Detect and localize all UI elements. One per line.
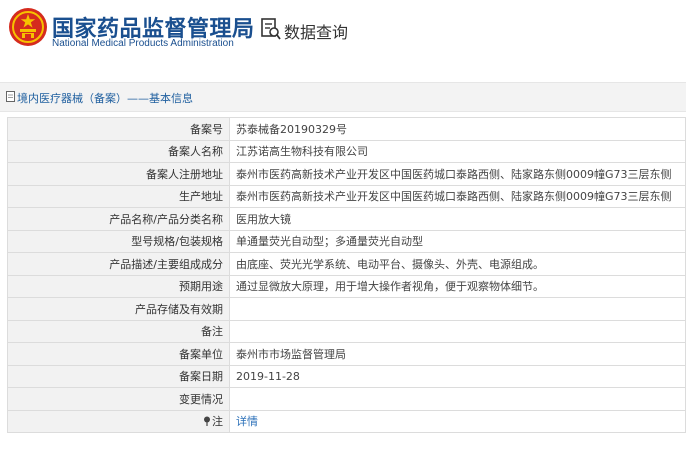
record-detail-table: 备案号 苏泰械备20190329号 备案人名称 江苏诺高生物科技有限公司 备案人… bbox=[7, 117, 686, 433]
field-value: 2019-11-28 bbox=[229, 364, 686, 388]
table-row: 备案单位 泰州市市场监督管理局 bbox=[7, 342, 686, 366]
field-label: 生产地址 bbox=[7, 184, 230, 208]
table-row: 备案人名称 江苏诺高生物科技有限公司 bbox=[7, 139, 686, 163]
breadcrumb: 境内医疗器械（备案）——基本信息 bbox=[17, 92, 193, 105]
pin-icon bbox=[204, 416, 210, 427]
table-row: 生产地址 泰州市医药高新技术产业开发区中国医药城口泰路西侧、陆家路东侧0009幢… bbox=[7, 184, 686, 208]
field-value bbox=[229, 319, 686, 343]
field-value: 泰州市医药高新技术产业开发区中国医药城口泰路西侧、陆家路东侧0009幢G73三层… bbox=[229, 184, 686, 208]
field-value: 单通量荧光自动型；多通量荧光自动型 bbox=[229, 229, 686, 253]
table-row: 产品存储及有效期 bbox=[7, 297, 686, 321]
field-label: 注 bbox=[212, 415, 223, 429]
table-row: 预期用途 通过显微放大原理，用于增大操作者视角，便于观察物体细节。 bbox=[7, 274, 686, 298]
table-row: 备案人注册地址 泰州市医药高新技术产业开发区中国医药城口泰路西侧、陆家路东侧00… bbox=[7, 162, 686, 186]
field-value: 由底座、荧光光学系统、电动平台、摄像头、外壳、电源组成。 bbox=[229, 252, 686, 276]
breadcrumb-bar: 境内医疗器械（备案）——基本信息 bbox=[0, 82, 686, 112]
field-value: 江苏诺高生物科技有限公司 bbox=[229, 139, 686, 163]
field-value: 泰州市市场监督管理局 bbox=[229, 342, 686, 366]
table-row: 备案日期 2019-11-28 bbox=[7, 364, 686, 388]
table-row: 变更情况 bbox=[7, 387, 686, 411]
field-label: 产品名称/产品分类名称 bbox=[7, 207, 230, 231]
field-label: 产品描述/主要组成成分 bbox=[7, 252, 230, 276]
table-row: 注 详情 bbox=[7, 409, 686, 433]
field-value: 医用放大镜 bbox=[229, 207, 686, 231]
table-row: 产品描述/主要组成成分 由底座、荧光光学系统、电动平台、摄像头、外壳、电源组成。 bbox=[7, 252, 686, 276]
field-label: 备案单位 bbox=[7, 342, 230, 366]
field-label: 产品存储及有效期 bbox=[7, 297, 230, 321]
field-label: 预期用途 bbox=[7, 274, 230, 298]
field-label: 备案日期 bbox=[7, 364, 230, 388]
field-label: 备案人名称 bbox=[7, 139, 230, 163]
data-query-icon[interactable] bbox=[260, 17, 282, 41]
field-value bbox=[229, 387, 686, 411]
field-value: 苏泰械备20190329号 bbox=[229, 117, 686, 141]
site-header: 国家药品监督管理局 National Medical Products Admi… bbox=[0, 0, 686, 74]
field-value: 泰州市医药高新技术产业开发区中国医药城口泰路西侧、陆家路东侧0009幢G73三层… bbox=[229, 162, 686, 186]
field-label: 变更情况 bbox=[7, 387, 230, 411]
field-label: 备注 bbox=[7, 319, 230, 343]
note-label-cell: 注 bbox=[7, 409, 230, 433]
table-row: 产品名称/产品分类名称 医用放大镜 bbox=[7, 207, 686, 231]
field-value: 通过显微放大原理，用于增大操作者视角，便于观察物体细节。 bbox=[229, 274, 686, 298]
table-row: 备案号 苏泰械备20190329号 bbox=[7, 117, 686, 141]
table-row: 备注 bbox=[7, 319, 686, 343]
field-label: 型号规格/包装规格 bbox=[7, 229, 230, 253]
document-icon bbox=[6, 91, 15, 102]
field-label: 备案号 bbox=[7, 117, 230, 141]
field-label: 备案人注册地址 bbox=[7, 162, 230, 186]
data-query-label[interactable]: 数据查询 bbox=[284, 19, 348, 43]
national-emblem-icon bbox=[9, 8, 47, 46]
details-link[interactable]: 详情 bbox=[229, 409, 686, 433]
table-row: 型号规格/包装规格 单通量荧光自动型；多通量荧光自动型 bbox=[7, 229, 686, 253]
site-title-en[interactable]: National Medical Products Administration bbox=[52, 38, 234, 49]
field-value bbox=[229, 297, 686, 321]
